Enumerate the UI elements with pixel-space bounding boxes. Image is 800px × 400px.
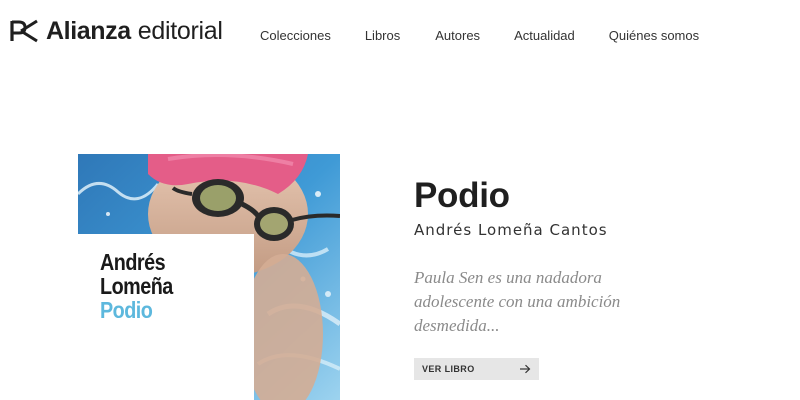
book-description: Paula Sen es una nadadora adolescente co… <box>414 268 621 335</box>
nav-item-quienes-somos[interactable]: Quiénes somos <box>609 28 699 43</box>
ver-libro-button-label: VER LIBRO <box>422 364 475 374</box>
alianza-logo-icon <box>10 19 38 43</box>
cover-text: Andrés Lomeña Podio <box>100 250 173 322</box>
cover-title: Podio <box>100 297 153 323</box>
nav-item-libros[interactable]: Libros <box>365 28 400 43</box>
nav-item-autores[interactable]: Autores <box>435 28 480 43</box>
logo-link[interactable]: Alianza editorial <box>9 17 223 45</box>
book-cover[interactable]: Andrés Lomeña Podio <box>78 154 340 400</box>
arrow-right-icon <box>520 364 531 374</box>
main-nav: Colecciones Libros Autores Actualidad Qu… <box>260 28 699 43</box>
nav-item-colecciones[interactable]: Colecciones <box>260 28 331 43</box>
book-author[interactable]: Andrés Lomeña Cantos <box>414 221 608 239</box>
page: Alianza editorial Colecciones Libros Aut… <box>0 0 800 400</box>
cover-author-last-name: Lomeña <box>100 273 173 299</box>
cover-author-first-name: Andrés <box>100 249 166 275</box>
nav-item-actualidad[interactable]: Actualidad <box>514 28 575 43</box>
book-title: Podio <box>414 176 510 215</box>
logo-name: Alianza <box>46 16 131 45</box>
ver-libro-button[interactable]: VER LIBRO <box>414 358 539 380</box>
logo-subtitle: editorial <box>137 16 223 45</box>
